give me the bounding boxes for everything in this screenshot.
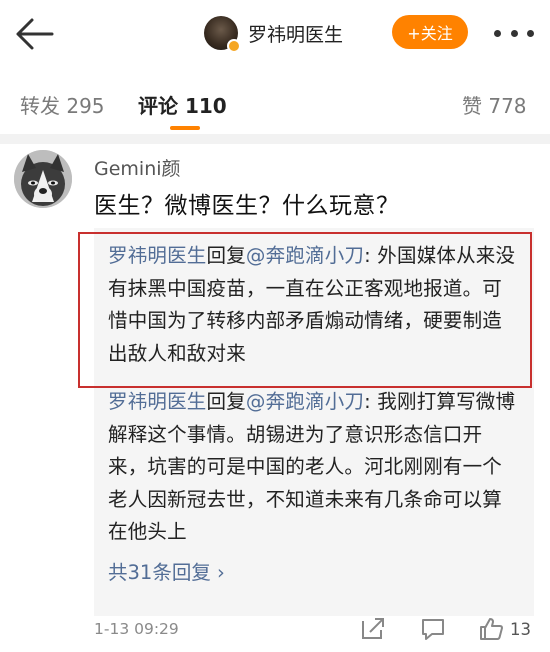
tab-like[interactable]: 赞 778 — [462, 90, 527, 119]
reply-verb: 回复 — [206, 390, 246, 413]
reply-target-link[interactable]: @奔跑滴小刀 — [246, 244, 364, 267]
comment-icon[interactable] — [420, 616, 446, 642]
like-icon[interactable] — [478, 616, 504, 642]
more-dots-icon[interactable] — [494, 26, 534, 40]
top-bar: 罗祎明医生 +关注 — [0, 0, 550, 70]
commenter-username[interactable]: Gemini颜 — [94, 154, 181, 181]
reply-target-link[interactable]: @奔跑滴小刀 — [246, 390, 364, 413]
reply-item: 罗祎明医生回复@奔跑滴小刀: 我刚打算写微博解释这个事情。胡锡进为了意识形态信口… — [108, 386, 520, 549]
tab-bar: 转发 295 评论 110 赞 778 — [0, 72, 550, 134]
like-count: 13 — [510, 620, 531, 639]
reply-verb: 回复 — [206, 244, 246, 267]
share-icon[interactable] — [360, 616, 386, 642]
active-tab-indicator — [170, 126, 200, 130]
section-divider — [0, 134, 550, 144]
reply-author-link[interactable]: 罗祎明医生 — [108, 244, 207, 267]
author-name[interactable]: 罗祎明医生 — [248, 20, 343, 47]
tab-comment[interactable]: 评论 110 — [138, 90, 227, 119]
commenter-avatar[interactable] — [14, 150, 72, 208]
follow-button[interactable]: +关注 — [392, 15, 468, 49]
comment-timestamp: 1-13 09:29 — [94, 620, 179, 638]
reply-item: 罗祎明医生回复@奔跑滴小刀: 外国媒体从来没有抹黑中国疫苗，一直在公正客观地报道… — [108, 240, 520, 370]
comment-text: 医生？微博医生？什么玩意？ — [94, 193, 400, 219]
back-arrow-icon[interactable] — [12, 14, 56, 54]
more-replies-link[interactable]: 共31条回复 › — [108, 556, 225, 585]
verified-badge-icon — [227, 39, 241, 53]
author-avatar[interactable] — [204, 16, 241, 53]
reply-author-link[interactable]: 罗祎明医生 — [108, 390, 207, 413]
replies-box: 罗祎明医生回复@奔跑滴小刀: 外国媒体从来没有抹黑中国疫苗，一直在公正客观地报道… — [94, 228, 534, 616]
tab-forward[interactable]: 转发 295 — [20, 90, 105, 119]
